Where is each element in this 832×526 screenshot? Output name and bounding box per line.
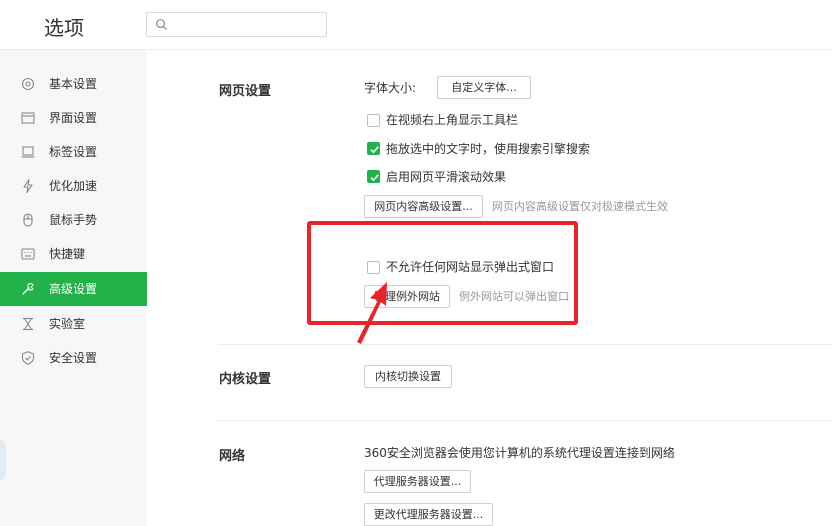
option-smooth-scroll-label: 启用网页平滑滚动效果 — [386, 170, 507, 184]
sidebar-item-interface[interactable]: 界面设置 — [0, 101, 147, 135]
section-label-network: 网络 — [219, 449, 246, 464]
option-drag-search-label: 拖放选中的文字时，使用搜索引擎搜索 — [386, 142, 591, 156]
checkbox-video-toolbar[interactable] — [367, 114, 380, 127]
sidebar-item-tabs[interactable]: 标签设置 — [0, 135, 147, 169]
sidebar-item-label: 标签设置 — [49, 145, 98, 159]
advanced-icon — [22, 282, 34, 295]
sidebar-item-optimize[interactable]: 优化加速 — [0, 169, 147, 203]
shield-icon — [21, 351, 35, 365]
sidebar-item-lab[interactable]: 实验室 — [0, 307, 147, 341]
section-label-webpage: 网页设置 — [219, 84, 272, 99]
window-icon — [21, 112, 35, 124]
search-input[interactable] — [173, 15, 323, 34]
sidebar-item-mouse-gesture[interactable]: 鼠标手势 — [0, 203, 147, 237]
tab-icon — [21, 146, 35, 158]
option-video-toolbar-label: 在视频右上角显示工具栏 — [386, 113, 519, 127]
flask-icon — [23, 317, 33, 331]
sidebar: 基本设置 界面设置 标签设置 优化加速 鼠标手势 快捷键 高级设置 实验室 安全… — [0, 50, 147, 526]
sidebar-item-advanced[interactable]: 高级设置 — [0, 272, 147, 306]
sidebar-edge-decoration — [0, 440, 6, 480]
font-size-label: 字体大小: — [364, 81, 417, 95]
divider — [218, 420, 832, 421]
check-icon — [370, 146, 379, 154]
page-title: 选项 — [44, 16, 84, 40]
check-icon — [370, 174, 379, 182]
sidebar-item-label: 基本设置 — [49, 77, 98, 91]
custom-font-button[interactable]: 自定义字体... — [437, 76, 531, 99]
header: 选项 — [0, 0, 832, 50]
sidebar-item-shortcuts[interactable]: 快捷键 — [0, 237, 147, 271]
checkbox-drag-search[interactable] — [367, 142, 380, 155]
lightning-icon — [23, 178, 33, 194]
sidebar-item-label: 安全设置 — [49, 351, 98, 365]
annotation-arrow-icon — [357, 282, 387, 344]
sidebar-item-label: 优化加速 — [49, 179, 98, 193]
sidebar-item-basic[interactable]: 基本设置 — [0, 67, 147, 101]
search-box[interactable] — [146, 12, 327, 37]
sidebar-item-label: 快捷键 — [49, 247, 86, 261]
sidebar-item-security[interactable]: 安全设置 — [0, 341, 147, 375]
mouse-icon — [23, 213, 33, 227]
keyboard-icon — [21, 248, 35, 260]
network-description: 360安全浏览器会使用您计算机的系统代理设置连接到网络 — [364, 446, 675, 460]
search-icon — [156, 19, 168, 31]
advanced-content-button[interactable]: 网页内容高级设置... — [364, 195, 483, 218]
proxy-settings-button[interactable]: 代理服务器设置... — [364, 470, 471, 493]
sidebar-item-label: 界面设置 — [49, 111, 98, 125]
advanced-content-hint: 网页内容高级设置仅对极速模式生效 — [492, 200, 668, 213]
sidebar-item-label: 实验室 — [49, 317, 86, 331]
sidebar-item-label: 高级设置 — [49, 282, 98, 296]
gear-icon — [21, 77, 35, 91]
change-proxy-button[interactable]: 更改代理服务器设置... — [364, 503, 493, 526]
divider — [218, 344, 832, 345]
section-label-kernel: 内核设置 — [219, 372, 272, 387]
checkbox-smooth-scroll[interactable] — [367, 170, 380, 183]
sidebar-item-label: 鼠标手势 — [49, 213, 98, 227]
kernel-switch-button[interactable]: 内核切换设置 — [364, 365, 452, 388]
